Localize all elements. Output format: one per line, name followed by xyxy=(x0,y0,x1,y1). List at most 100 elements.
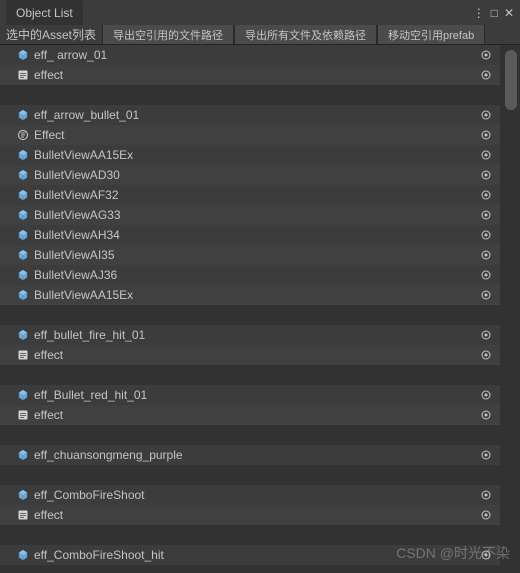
window-controls: ⋮ □ ✕ xyxy=(473,6,514,20)
item-label: eff_chuansongmeng_purple xyxy=(34,448,478,462)
item-label: eff_ComboFireShoot_hit xyxy=(34,548,478,562)
list-item[interactable]: BulletViewAF32 xyxy=(0,185,500,205)
window-tab[interactable]: Object List xyxy=(6,0,83,25)
prefab-icon xyxy=(16,448,30,462)
group-separator xyxy=(0,305,500,325)
prefab-icon xyxy=(16,208,30,222)
object-selector-icon[interactable] xyxy=(478,47,494,63)
object-selector-icon[interactable] xyxy=(478,227,494,243)
item-label: effect xyxy=(34,68,478,82)
export-empty-refs-button[interactable]: 导出空引用的文件路径 xyxy=(102,25,234,44)
list-item[interactable]: effect xyxy=(0,405,500,425)
object-selector-icon[interactable] xyxy=(478,127,494,143)
item-label: effect xyxy=(34,348,478,362)
gameobject-icon xyxy=(16,68,30,82)
item-label: effect xyxy=(34,508,478,522)
list-item[interactable]: eff_ComboFireShoot_hit xyxy=(0,545,500,565)
item-label: BulletViewAA15Ex xyxy=(34,288,478,302)
object-selector-icon[interactable] xyxy=(478,547,494,563)
group-separator xyxy=(0,465,500,485)
object-selector-icon[interactable] xyxy=(478,507,494,523)
prefab-icon xyxy=(16,268,30,282)
list-item[interactable]: BulletViewAD30 xyxy=(0,165,500,185)
group-separator xyxy=(0,85,500,105)
prefab-icon xyxy=(16,228,30,242)
prefab-icon xyxy=(16,288,30,302)
object-selector-icon[interactable] xyxy=(478,387,494,403)
list-item[interactable]: effect xyxy=(0,345,500,365)
object-selector-icon[interactable] xyxy=(478,167,494,183)
list-item[interactable]: eff_Bullet_red_hit_01 xyxy=(0,385,500,405)
prefab-icon xyxy=(16,548,30,562)
item-label: BulletViewAA15Ex xyxy=(34,148,478,162)
scrollbar-thumb[interactable] xyxy=(505,50,517,110)
menu-icon[interactable]: ⋮ xyxy=(473,6,485,20)
object-selector-icon[interactable] xyxy=(478,347,494,363)
gameobject-alt-icon xyxy=(16,128,30,142)
prefab-icon xyxy=(16,168,30,182)
prefab-icon xyxy=(16,148,30,162)
item-label: BulletViewAD30 xyxy=(34,168,478,182)
close-icon[interactable]: ✕ xyxy=(504,6,514,20)
object-list-content: eff_ arrow_01effect eff_arrow_bullet_01 Ef… xyxy=(0,45,520,565)
toolbar: 选中的Asset列表 导出空引用的文件路径 导出所有文件及依赖路径 移动空引用p… xyxy=(0,25,520,45)
list-item[interactable]: eff_chuansongmeng_purple xyxy=(0,445,500,465)
maximize-icon[interactable]: □ xyxy=(491,6,498,20)
list-item[interactable]: eff_bullet_fire_hit_01 xyxy=(0,325,500,345)
list-item[interactable]: effect xyxy=(0,505,500,525)
list-item[interactable]: eff_ arrow_01 xyxy=(0,45,500,65)
prefab-icon xyxy=(16,108,30,122)
group-separator xyxy=(0,365,500,385)
gameobject-icon xyxy=(16,348,30,362)
item-label: eff_Bullet_red_hit_01 xyxy=(34,388,478,402)
item-label: Effect xyxy=(34,128,478,142)
item-label: eff_bullet_fire_hit_01 xyxy=(34,328,478,342)
object-selector-icon[interactable] xyxy=(478,287,494,303)
object-selector-icon[interactable] xyxy=(478,407,494,423)
object-selector-icon[interactable] xyxy=(478,67,494,83)
list-item[interactable]: eff_ComboFireShoot xyxy=(0,485,500,505)
item-label: BulletViewAH34 xyxy=(34,228,478,242)
item-label: eff_ComboFireShoot xyxy=(34,488,478,502)
list-item[interactable]: BulletViewAJ36 xyxy=(0,265,500,285)
list-item[interactable]: BulletViewAH34 xyxy=(0,225,500,245)
list-item[interactable]: eff_arrow_bullet_01 xyxy=(0,105,500,125)
list-item[interactable]: BulletViewAA15Ex xyxy=(0,145,500,165)
item-label: eff_arrow_bullet_01 xyxy=(34,108,478,122)
object-selector-icon[interactable] xyxy=(478,267,494,283)
object-selector-icon[interactable] xyxy=(478,207,494,223)
object-selector-icon[interactable] xyxy=(478,247,494,263)
gameobject-icon xyxy=(16,408,30,422)
prefab-icon xyxy=(16,328,30,342)
gameobject-icon xyxy=(16,508,30,522)
list-item[interactable]: BulletViewAI35 xyxy=(0,245,500,265)
prefab-icon xyxy=(16,48,30,62)
toolbar-label: 选中的Asset列表 xyxy=(0,25,102,44)
item-label: BulletViewAG33 xyxy=(34,208,478,222)
object-selector-icon[interactable] xyxy=(478,327,494,343)
list-item[interactable]: effect xyxy=(0,65,500,85)
list-item[interactable]: BulletViewAA15Ex xyxy=(0,285,500,305)
group-separator xyxy=(0,525,500,545)
prefab-icon xyxy=(16,488,30,502)
export-all-deps-button[interactable]: 导出所有文件及依赖路径 xyxy=(234,25,377,44)
item-label: BulletViewAJ36 xyxy=(34,268,478,282)
prefab-icon xyxy=(16,388,30,402)
object-selector-icon[interactable] xyxy=(478,107,494,123)
item-label: BulletViewAF32 xyxy=(34,188,478,202)
list-item[interactable]: Effect xyxy=(0,125,500,145)
group-separator xyxy=(0,425,500,445)
item-label: eff_ arrow_01 xyxy=(34,48,478,62)
item-label: effect xyxy=(34,408,478,422)
object-selector-icon[interactable] xyxy=(478,447,494,463)
object-selector-icon[interactable] xyxy=(478,187,494,203)
object-selector-icon[interactable] xyxy=(478,147,494,163)
prefab-icon xyxy=(16,248,30,262)
item-label: BulletViewAI35 xyxy=(34,248,478,262)
object-selector-icon[interactable] xyxy=(478,487,494,503)
move-empty-prefab-button[interactable]: 移动空引用prefab xyxy=(377,25,485,44)
prefab-icon xyxy=(16,188,30,202)
title-bar: Object List ⋮ □ ✕ xyxy=(0,0,520,25)
list-item[interactable]: BulletViewAG33 xyxy=(0,205,500,225)
window-title: Object List xyxy=(16,6,73,20)
